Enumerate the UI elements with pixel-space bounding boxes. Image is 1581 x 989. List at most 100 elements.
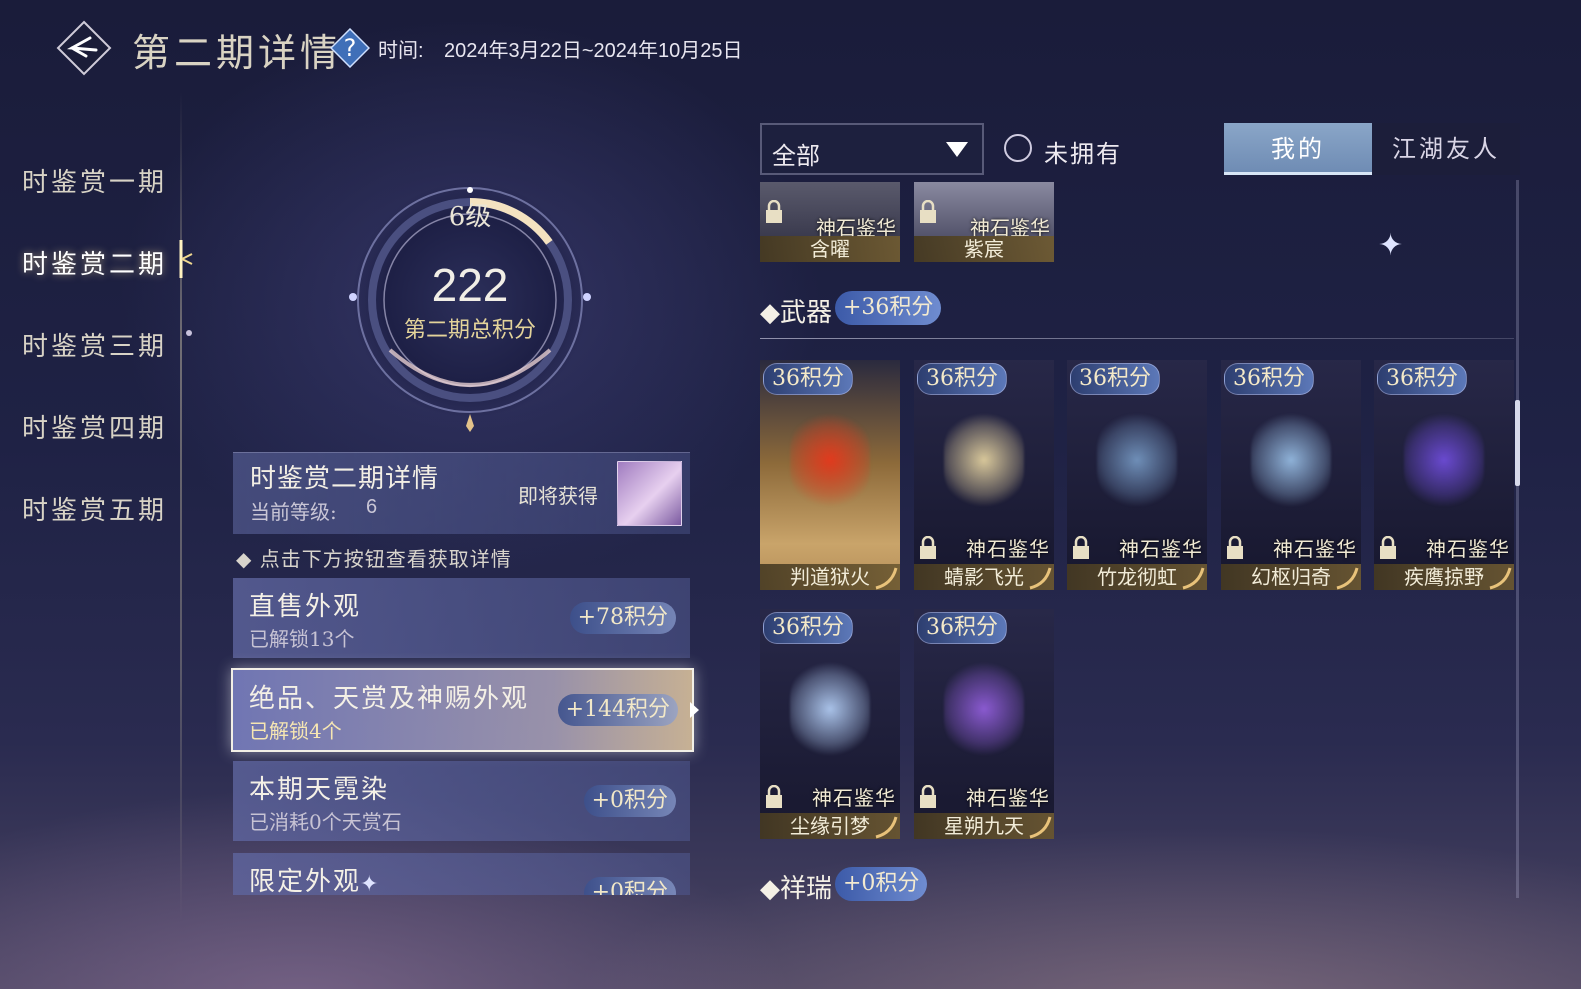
section-title: 武器 bbox=[780, 298, 833, 328]
category-score-badge: +144积分 bbox=[557, 694, 678, 726]
quality-corner-icon bbox=[1179, 564, 1205, 590]
weapon-item-card[interactable]: 36积分 神石鉴华 尘缘引梦 bbox=[760, 609, 900, 839]
score-label: 第二期总积分 bbox=[403, 318, 536, 343]
chevron-down-icon bbox=[946, 142, 968, 157]
category-subtitle: 已解锁13个 bbox=[249, 627, 355, 651]
back-arrow-icon bbox=[56, 20, 112, 76]
score-level: 6级 bbox=[448, 202, 492, 232]
nav-item-period-1[interactable]: 时鉴赏一期 bbox=[22, 162, 167, 199]
nav-item-period-4[interactable]: 时鉴赏四期 bbox=[22, 408, 167, 445]
lock-icon bbox=[920, 536, 936, 559]
weapon-art-icon bbox=[790, 412, 870, 508]
item-score-badge: 36积分 bbox=[1070, 363, 1160, 395]
item-card[interactable]: 神石鉴华 紫宸 bbox=[914, 182, 1054, 262]
category-score-badge: +0积分 bbox=[583, 785, 676, 817]
sparkle-icon: ✦ bbox=[360, 872, 379, 897]
nav-active-marker-icon bbox=[170, 240, 196, 278]
weapon-item-card[interactable]: 36积分 神石鉴华 幻枢归奇 bbox=[1221, 360, 1361, 590]
question-icon: ? bbox=[329, 27, 371, 69]
filter-dropdown-value: 全部 bbox=[772, 142, 820, 170]
nav-divider bbox=[180, 92, 182, 922]
lock-icon bbox=[1073, 536, 1089, 559]
lock-icon bbox=[766, 200, 782, 223]
category-subtitle: 已消耗0个天赏石 bbox=[249, 810, 402, 834]
section-score-badge: +0积分 bbox=[835, 867, 928, 901]
item-score-badge: 36积分 bbox=[1377, 363, 1467, 395]
category-row-limited[interactable]: 限定外观 +0积分 bbox=[233, 853, 690, 895]
item-card[interactable]: 神石鉴华 含曜 bbox=[760, 182, 900, 262]
item-tag: 神石鉴华 bbox=[812, 786, 896, 810]
lock-icon bbox=[920, 200, 936, 223]
period-details-title: 时鉴赏二期详情 bbox=[250, 464, 440, 494]
hint-text: ◆ 点击下方按钮查看获取详情 bbox=[236, 547, 512, 571]
item-tag: 神石鉴华 bbox=[1273, 537, 1357, 561]
item-score-badge: 36积分 bbox=[917, 363, 1007, 395]
weapon-art-icon bbox=[1097, 412, 1177, 508]
tab-friends[interactable]: 江湖友人 bbox=[1372, 123, 1520, 175]
weapon-art-icon bbox=[1251, 412, 1331, 508]
item-name: 紫宸 bbox=[914, 236, 1054, 262]
lock-icon bbox=[766, 785, 782, 808]
item-score-badge: 36积分 bbox=[1224, 363, 1314, 395]
unowned-radio[interactable] bbox=[1004, 134, 1032, 162]
period-label: 时间: bbox=[378, 40, 424, 62]
weapon-item-card[interactable]: 36积分 神石鉴华 蜻影飞光 bbox=[914, 360, 1054, 590]
category-subtitle: 已解锁4个 bbox=[249, 719, 342, 743]
quality-corner-icon bbox=[1026, 813, 1052, 839]
category-title: 限定外观 bbox=[249, 867, 362, 895]
category-title: 绝品、天赏及神赐外观 bbox=[249, 684, 530, 714]
help-button[interactable]: ? bbox=[329, 27, 371, 69]
section-divider bbox=[760, 338, 1514, 339]
page-title: 第二期详情 bbox=[132, 31, 343, 75]
category-list-clip: 限定外观 +0积分 bbox=[233, 853, 690, 895]
section-header-weapons: ◆武器 bbox=[760, 298, 833, 328]
weapon-item-card[interactable]: 36积分 神石鉴华 疾鹰掠野 bbox=[1374, 360, 1514, 590]
item-tag: 神石鉴华 bbox=[966, 786, 1050, 810]
current-level-value: 6 bbox=[366, 496, 378, 518]
svg-text:?: ? bbox=[344, 34, 357, 62]
section-score-badge: +36积分 bbox=[835, 291, 942, 325]
weapon-art-icon bbox=[1404, 412, 1484, 508]
item-tag: 神石鉴华 bbox=[1119, 537, 1203, 561]
scrollbar-track[interactable] bbox=[1516, 180, 1519, 898]
lock-icon bbox=[920, 785, 936, 808]
section-header-auspicious: ◆祥瑞 bbox=[760, 874, 833, 904]
category-row-premium[interactable]: 绝品、天赏及神赐外观 已解锁4个 +144积分 bbox=[231, 668, 694, 752]
section-title: 祥瑞 bbox=[780, 874, 833, 904]
item-score-badge: 36积分 bbox=[917, 612, 1007, 644]
tab-mine[interactable]: 我的 bbox=[1224, 123, 1372, 175]
lock-icon bbox=[1380, 536, 1396, 559]
item-tag: 神石鉴华 bbox=[1426, 537, 1510, 561]
lock-icon bbox=[1227, 536, 1243, 559]
upcoming-reward-thumbnail[interactable] bbox=[617, 461, 682, 526]
weapon-item-card[interactable]: 36积分 判道狱火 bbox=[760, 360, 900, 590]
sparkle-icon: ✦ bbox=[1378, 228, 1404, 263]
category-title: 直售外观 bbox=[249, 592, 362, 622]
category-row-direct-sale[interactable]: 直售外观 已解锁13个 +78积分 bbox=[233, 578, 690, 658]
nav-item-period-2[interactable]: 时鉴赏二期 bbox=[22, 244, 167, 281]
quality-corner-icon bbox=[1333, 564, 1359, 590]
weapon-art-icon bbox=[944, 412, 1024, 508]
nav-dot bbox=[186, 330, 192, 336]
upcoming-reward-label: 即将获得 bbox=[518, 484, 598, 508]
back-button[interactable] bbox=[56, 20, 112, 76]
item-score-badge: 36积分 bbox=[763, 363, 853, 395]
category-row-dye[interactable]: 本期天霓染 已消耗0个天赏石 +0积分 bbox=[233, 761, 690, 841]
scrollbar-thumb[interactable] bbox=[1515, 400, 1520, 486]
hint-label: 点击下方按钮查看获取详情 bbox=[259, 547, 512, 571]
weapon-item-card[interactable]: 36积分 神石鉴华 竹龙彻虹 bbox=[1067, 360, 1207, 590]
category-title: 本期天霓染 bbox=[249, 775, 390, 805]
quality-corner-icon bbox=[1486, 564, 1512, 590]
nav-item-period-3[interactable]: 时鉴赏三期 bbox=[22, 326, 167, 363]
item-score-badge: 36积分 bbox=[763, 612, 853, 644]
item-tag: 神石鉴华 bbox=[966, 537, 1050, 561]
weapon-item-card[interactable]: 36积分 神石鉴华 星朔九天 bbox=[914, 609, 1054, 839]
score-total: 222 bbox=[431, 259, 509, 311]
nav-item-period-5[interactable]: 时鉴赏五期 bbox=[22, 490, 167, 527]
quality-corner-icon bbox=[872, 564, 898, 590]
item-name: 含曜 bbox=[760, 236, 900, 262]
current-level-label: 当前等级: bbox=[250, 500, 337, 524]
category-score-badge: +0积分 bbox=[583, 877, 676, 895]
unowned-label[interactable]: 未拥有 bbox=[1044, 134, 1122, 169]
category-score-badge: +78积分 bbox=[569, 602, 676, 634]
